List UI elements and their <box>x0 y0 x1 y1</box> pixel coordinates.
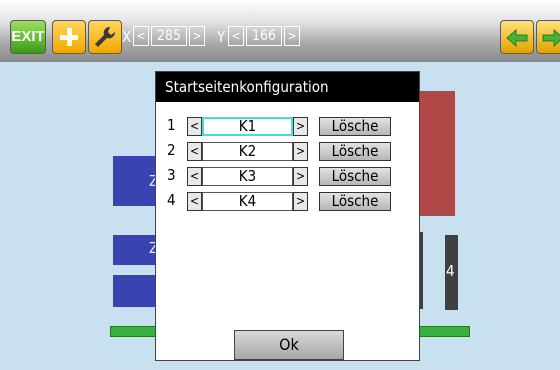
x-label: X <box>122 28 132 46</box>
previous-page-button[interactable] <box>500 20 534 54</box>
settings-button[interactable] <box>88 20 122 54</box>
y-decrement-button[interactable]: < <box>228 26 244 46</box>
row-2-delete-button[interactable]: Lösche <box>319 142 391 161</box>
row-1-value[interactable]: K1 <box>202 117 293 136</box>
row-1-prev-button[interactable]: < <box>187 117 202 136</box>
row-2-value[interactable]: K2 <box>202 142 293 161</box>
row-2-next-button[interactable]: > <box>293 142 308 161</box>
widget-label: 4 <box>446 262 455 280</box>
row-3-delete-button[interactable]: Lösche <box>319 167 391 186</box>
dialog-title: Startseitenkonfiguration <box>156 72 419 102</box>
start-page-config-dialog: Startseitenkonfiguration 1 < K1 > Lösche… <box>155 71 420 361</box>
row-2-prev-button[interactable]: < <box>187 142 202 161</box>
ok-button[interactable]: Ok <box>234 330 344 360</box>
widget-block[interactable] <box>113 275 157 307</box>
x-increment-button[interactable]: > <box>189 26 205 46</box>
row-number: 4 <box>167 191 176 209</box>
row-4-next-button[interactable]: > <box>293 192 308 211</box>
y-increment-button[interactable]: > <box>284 26 300 46</box>
row-1-delete-button[interactable]: Lösche <box>319 117 391 136</box>
next-page-button[interactable] <box>536 20 560 54</box>
row-number: 3 <box>167 166 176 184</box>
x-value[interactable]: 285 <box>151 26 187 46</box>
widget-block[interactable]: Z <box>113 235 158 265</box>
toolbar: EXIT X < 285 > Y < 166 > <box>0 0 560 62</box>
row-3-next-button[interactable]: > <box>293 167 308 186</box>
add-button[interactable] <box>52 20 86 54</box>
y-value[interactable]: 166 <box>246 26 282 46</box>
row-number: 1 <box>167 116 176 134</box>
wrench-icon <box>95 26 116 47</box>
row-number: 2 <box>167 141 176 159</box>
arrow-left-icon <box>506 28 528 48</box>
arrow-right-icon <box>542 28 560 48</box>
row-1-next-button[interactable]: > <box>293 117 308 136</box>
row-3-value[interactable]: K3 <box>202 167 293 186</box>
widget-block[interactable] <box>420 91 455 216</box>
widget-block[interactable]: 4 <box>445 235 458 310</box>
screen: EXIT X < 285 > Y < 166 > Z Z 4 Startseit… <box>0 0 560 370</box>
row-4-value[interactable]: K4 <box>202 192 293 211</box>
widget-block[interactable]: Z <box>113 156 158 206</box>
row-3-prev-button[interactable]: < <box>187 167 202 186</box>
y-label: Y <box>217 28 226 46</box>
exit-button[interactable]: EXIT <box>10 20 46 54</box>
row-4-prev-button[interactable]: < <box>187 192 202 211</box>
row-4-delete-button[interactable]: Lösche <box>319 192 391 211</box>
x-decrement-button[interactable]: < <box>133 26 149 46</box>
